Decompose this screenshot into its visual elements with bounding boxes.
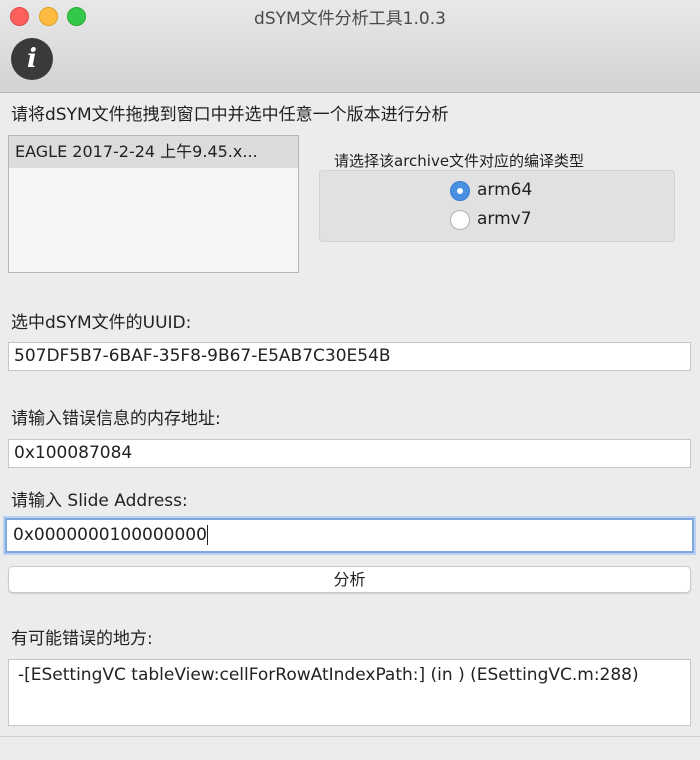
info-icon[interactable]: i	[11, 38, 53, 80]
slide-address-value: 0x0000000100000000	[13, 525, 207, 545]
result-output[interactable]: -[ESettingVC tableView:cellForRowAtIndex…	[8, 659, 691, 726]
armv7-label[interactable]: armv7	[477, 209, 532, 229]
title-bar: dSYM文件分析工具1.0.3 i	[0, 0, 700, 93]
uuid-value: 507DF5B7-6BAF-35F8-9B67-E5AB7C30E54B	[14, 346, 391, 366]
memory-address-label: 请输入错误信息的内存地址:	[11, 409, 221, 429]
bottom-divider	[0, 736, 700, 737]
slide-address-input[interactable]: 0x0000000100000000	[5, 518, 694, 553]
archive-list[interactable]: EAGLE 2017-2-24 上午9.45.x...	[8, 135, 299, 273]
result-label: 有可能错误的地方:	[11, 629, 153, 649]
text-caret	[206, 525, 208, 545]
archive-list-item[interactable]: EAGLE 2017-2-24 上午9.45.x...	[9, 136, 298, 168]
armv7-radio[interactable]	[450, 210, 470, 230]
uuid-label: 选中dSYM文件的UUID:	[11, 313, 192, 333]
result-text: -[ESettingVC tableView:cellForRowAtIndex…	[18, 665, 639, 685]
slide-address-label: 请输入 Slide Address:	[11, 491, 188, 511]
instruction-label: 请将dSYM文件拖拽到窗口中并选中任意一个版本进行分析	[11, 105, 449, 125]
window-title: dSYM文件分析工具1.0.3	[254, 9, 446, 29]
arm64-label[interactable]: arm64	[477, 180, 532, 200]
arm64-radio[interactable]	[450, 181, 470, 201]
memory-address-input[interactable]: 0x100087084	[8, 439, 691, 468]
arch-radio-group: arm64 armv7	[319, 170, 675, 242]
memory-address-value: 0x100087084	[14, 443, 133, 463]
arch-group-title: 请选择该archive文件对应的编译类型	[334, 152, 585, 170]
analyze-button[interactable]: 分析	[8, 566, 691, 593]
uuid-field[interactable]: 507DF5B7-6BAF-35F8-9B67-E5AB7C30E54B	[8, 342, 691, 371]
